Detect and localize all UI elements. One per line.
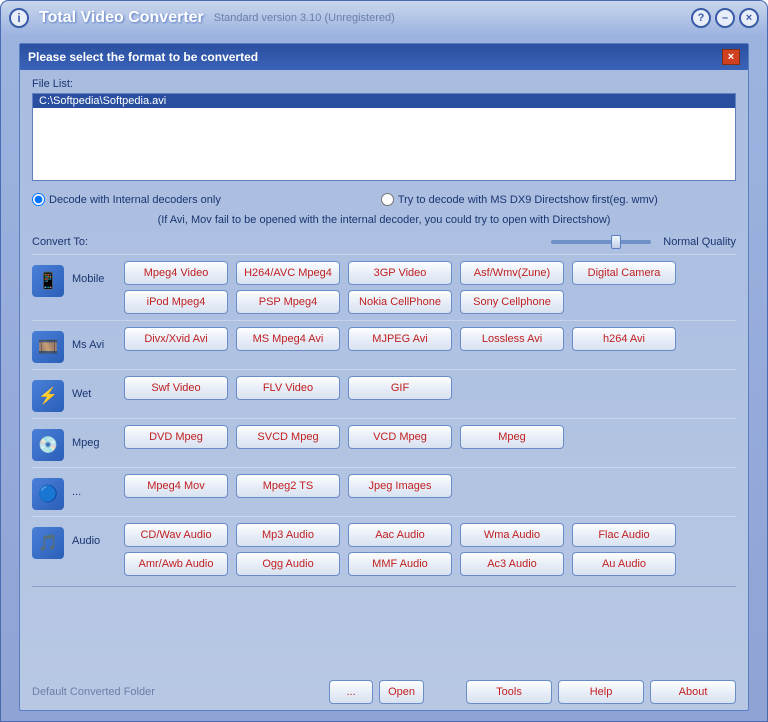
category-label: Wet [72,388,124,400]
format-button[interactable]: Divx/Xvid Avi [124,327,228,351]
format-button[interactable]: CD/Wav Audio [124,523,228,547]
format-row: 🔵...Mpeg4 Mov Mpeg2 TS Jpeg Images [32,467,736,516]
format-row: 💿MpegDVD MpegSVCD MpegVCD MpegMpeg [32,418,736,467]
format-button[interactable]: Au Audio [572,552,676,576]
file-list-item[interactable]: C:\Softpedia\Softpedia.avi [33,94,735,108]
help-button[interactable]: ? [691,8,711,28]
panel-content: File List: C:\Softpedia\Softpedia.avi De… [20,70,748,599]
decoder-radio-group: Decode with Internal decoders only Try t… [32,193,736,206]
format-button[interactable]: DVD Mpeg [124,425,228,449]
format-button[interactable]: MMF Audio [348,552,452,576]
app-subtitle: Standard version 3.10 (Unregistered) [214,12,395,24]
format-buttons: Divx/Xvid Avi MS Mpeg4 Avi MJPEG Avi Lossle… [124,327,736,351]
format-buttons: Mpeg4 Mov Mpeg2 TS Jpeg Images [124,474,736,498]
panel-close-icon[interactable]: × [722,49,740,65]
format-button[interactable]: Ac3 Audio [460,552,564,576]
info-icon[interactable]: i [9,8,29,28]
app-title: Total Video Converter [39,9,204,27]
format-button[interactable]: Swf Video [124,376,228,400]
format-row: ⚡ WetSwf Video FLV Video GIF [32,369,736,418]
format-button[interactable]: Mpeg4 Mov [124,474,228,498]
category-label: Mobile [72,273,124,285]
format-button[interactable]: Ogg Audio [236,552,340,576]
panel-title: Please select the format to be converted [28,50,258,64]
format-button[interactable]: Mpeg [460,425,564,449]
radio-directshow-input[interactable] [381,193,394,206]
panel-header: Please select the format to be converted… [20,44,748,70]
format-button[interactable]: Flac Audio [572,523,676,547]
radio-directshow[interactable]: Try to decode with MS DX9 Directshow fir… [381,193,658,206]
format-buttons: Mpeg4 Video H264/AVC Mpeg4 3GP Video Asf/Wm… [124,261,736,314]
about-button[interactable]: About [650,680,736,704]
format-buttons: DVD Mpeg SVCD Mpeg VCD Mpeg Mpeg [124,425,736,449]
quality-label: Normal Quality [663,236,736,248]
file-list-label: File List: [32,78,736,90]
radio-directshow-label: Try to decode with MS DX9 Directshow fir… [398,194,658,206]
format-button[interactable]: PSP Mpeg4 [236,290,340,314]
format-button[interactable]: Wma Audio [460,523,564,547]
minimize-button[interactable]: – [715,8,735,28]
tools-button[interactable]: Tools [466,680,552,704]
window-controls: ? – × [691,8,759,28]
format-button[interactable]: Mpeg2 TS [236,474,340,498]
format-buttons: Swf Video FLV Video GIF [124,376,736,400]
category-label: Audio [72,535,124,547]
category-icon: 🎞️ [32,331,64,363]
bottom-bar: Default Converted Folder ... Open Tools … [32,680,736,704]
slider-thumb[interactable] [611,235,621,249]
format-button[interactable]: Nokia CellPhone [348,290,452,314]
format-button[interactable]: VCD Mpeg [348,425,452,449]
format-button[interactable]: Digital Camera [572,261,676,285]
format-button[interactable]: H264/AVC Mpeg4 [236,261,340,285]
format-button[interactable]: MS Mpeg4 Avi [236,327,340,351]
format-button[interactable]: h264 Avi [572,327,676,351]
format-button[interactable]: Mp3 Audio [236,523,340,547]
format-button[interactable]: Asf/Wmv(Zune) [460,261,564,285]
format-button[interactable]: Mpeg4 Video [124,261,228,285]
format-button[interactable]: Amr/Awb Audio [124,552,228,576]
app-window: i Total Video Converter Standard version… [0,0,768,722]
format-row: 🎞️ Ms AviDivx/Xvid Avi MS Mpeg4 Avi MJPEG A… [32,320,736,369]
browse-button[interactable]: ... [329,680,373,704]
format-button[interactable]: FLV Video [236,376,340,400]
quality-control: Normal Quality [551,236,736,248]
format-button[interactable]: Lossless Avi [460,327,564,351]
radio-internal-label: Decode with Internal decoders only [49,194,221,206]
radio-internal-decoders[interactable]: Decode with Internal decoders only [32,193,221,206]
format-buttons: CD/Wav Audio Mp3 Audio Aac Audio Wma Audio F… [124,523,736,576]
format-button[interactable]: 3GP Video [348,261,452,285]
quality-slider[interactable] [551,240,651,244]
category-label: Mpeg [72,437,124,449]
convert-row: Convert To: Normal Quality [32,236,736,248]
format-button[interactable]: iPod Mpeg4 [124,290,228,314]
radio-internal-input[interactable] [32,193,45,206]
open-button[interactable]: Open [379,680,424,704]
category-label: Ms Avi [72,339,124,351]
close-button[interactable]: × [739,8,759,28]
format-button[interactable]: Sony Cellphone [460,290,564,314]
format-button[interactable]: GIF [348,376,452,400]
category-icon: 📱 [32,265,64,297]
main-panel: Please select the format to be converted… [19,43,749,711]
category-icon: 🎵 [32,527,64,559]
category-icon: 🔵 [32,478,64,510]
format-categories: 📱 MobileMpeg4 Video H264/AVC Mpeg4 3GP Vide… [32,254,736,582]
format-button[interactable]: Aac Audio [348,523,452,547]
category-icon: ⚡ [32,380,64,412]
format-button[interactable]: Jpeg Images [348,474,452,498]
divider [32,586,736,587]
format-row: 📱 MobileMpeg4 Video H264/AVC Mpeg4 3GP Vide… [32,254,736,320]
decoder-hint: (If Avi, Mov fail to be opened with the … [32,214,736,226]
default-folder-label: Default Converted Folder [32,686,155,698]
category-icon: 💿 [32,429,64,461]
file-list[interactable]: C:\Softpedia\Softpedia.avi [32,93,736,181]
format-button[interactable]: SVCD Mpeg [236,425,340,449]
titlebar: i Total Video Converter Standard version… [1,1,767,35]
help-button[interactable]: Help [558,680,644,704]
format-button[interactable]: MJPEG Avi [348,327,452,351]
category-label: ... [72,486,124,498]
convert-to-label: Convert To: [32,236,88,248]
format-row: 🎵 AudioCD/Wav Audio Mp3 Audio Aac Audio Wma … [32,516,736,582]
